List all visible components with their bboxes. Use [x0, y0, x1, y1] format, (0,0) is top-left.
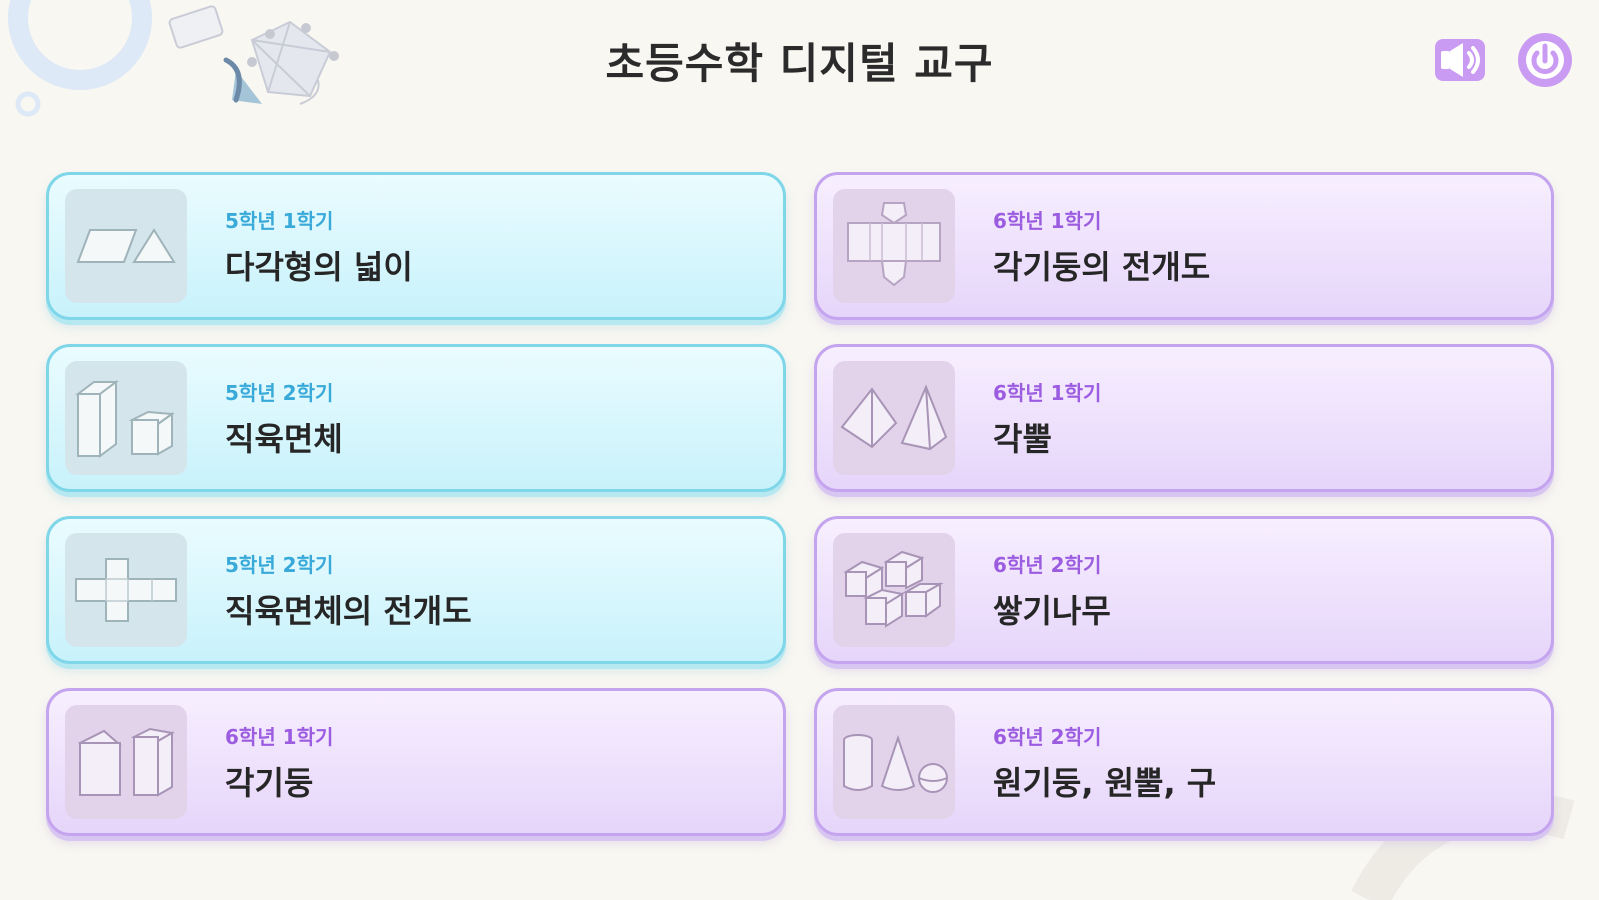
card-thumbnail: [833, 705, 955, 819]
menu-card-cuboid-net[interactable]: 5학년 2학기 직육면체의 전개도: [46, 516, 786, 664]
card-thumbnail: [65, 189, 187, 303]
card-title: 쌓기나무: [993, 592, 1111, 630]
card-thumbnail: [833, 189, 955, 303]
power-button[interactable]: [1517, 32, 1573, 88]
card-thumbnail: [65, 705, 187, 819]
card-title: 각기둥의 전개도: [993, 248, 1211, 286]
card-title: 각기둥: [225, 764, 314, 802]
page-title: 초등수학 디지털 교구: [605, 39, 994, 88]
card-thumbnail: [65, 533, 187, 647]
menu-grid: 5학년 1학기 다각형의 넓이 6학년 1학기 각기둥의 전개도 5학년 2학기…: [46, 172, 1554, 836]
card-title: 직육면체의 전개도: [225, 592, 472, 630]
prism-icon: [78, 727, 175, 797]
card-grade: 6학년 2학기: [993, 553, 1102, 577]
menu-card-cylinder-cone-sphere[interactable]: 6학년 2학기 원기둥, 원뿔, 구: [814, 688, 1554, 836]
menu-card-polygon-area[interactable]: 5학년 1학기 다각형의 넓이: [46, 172, 786, 320]
header: 초등수학 디지털 교구: [0, 0, 1599, 120]
card-grade: 6학년 1학기: [225, 725, 334, 749]
cylinder-cone-sphere-icon: [843, 734, 948, 793]
cube-net-icon: [75, 558, 177, 622]
card-grade: 5학년 2학기: [225, 553, 334, 577]
prism-net-icon: [847, 202, 941, 287]
speaker-icon: [1435, 39, 1485, 81]
card-title: 직육면체: [225, 420, 343, 458]
menu-card-pyramid[interactable]: 6학년 1학기 각뿔: [814, 344, 1554, 492]
card-thumbnail: [833, 533, 955, 647]
menu-card-prism[interactable]: 6학년 1학기 각기둥: [46, 688, 786, 836]
power-icon: [1518, 33, 1572, 87]
card-grade: 6학년 1학기: [993, 381, 1102, 405]
sound-button[interactable]: [1432, 32, 1488, 88]
card-title: 원기둥, 원뿔, 구: [993, 764, 1217, 802]
pyramid-icon: [840, 384, 948, 451]
card-grade: 5학년 2학기: [225, 381, 334, 405]
card-title: 각뿔: [993, 420, 1052, 458]
card-title: 다각형의 넓이: [225, 248, 413, 286]
menu-card-prism-net[interactable]: 6학년 1학기 각기둥의 전개도: [814, 172, 1554, 320]
card-grade: 6학년 1학기: [993, 209, 1102, 233]
card-grade: 5학년 1학기: [225, 209, 334, 233]
cuboid-icon: [75, 380, 175, 458]
card-thumbnail: [833, 361, 955, 475]
stacked-cubes-icon: [843, 550, 944, 628]
card-grade: 6학년 2학기: [993, 725, 1102, 749]
card-thumbnail: [65, 361, 187, 475]
parallelogram-triangle-icon: [76, 228, 176, 263]
menu-card-cuboid[interactable]: 5학년 2학기 직육면체: [46, 344, 786, 492]
menu-card-stacked-blocks[interactable]: 6학년 2학기 쌓기나무: [814, 516, 1554, 664]
